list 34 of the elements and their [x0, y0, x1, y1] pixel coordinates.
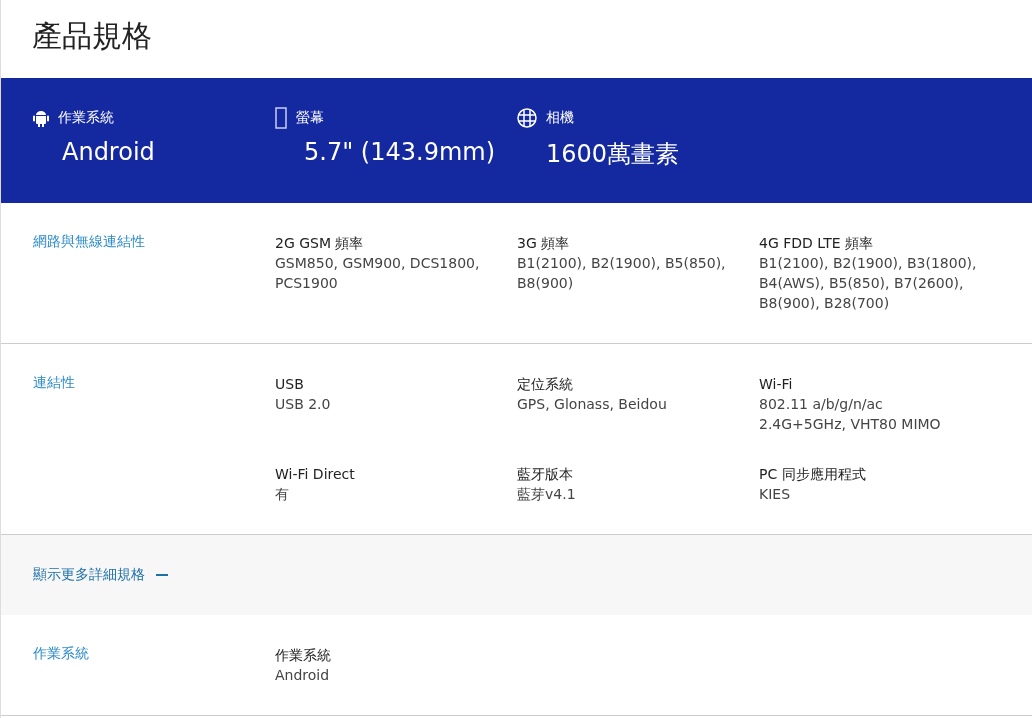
section-heading: 網路與無線連結性 [33, 233, 146, 251]
spec-value: 802.11 a/b/g/n/ac 2.4G+5GHz, VHT80 MIMO [759, 395, 942, 434]
spec-value: B1(2100), B2(1900), B5(850), B8(900) [517, 254, 727, 293]
spec-label: PC 同步應用程式 [759, 465, 867, 484]
spec-label: 作業系統 [275, 646, 332, 665]
globe-icon [517, 108, 537, 128]
highlight-value: 5.7" (143.9mm) [303, 138, 497, 166]
page-title: 產品規格 [31, 17, 153, 55]
spec-label: 3G 頻率 [517, 234, 571, 253]
spec-label: 藍牙版本 [517, 465, 574, 484]
spec-label: Wi-Fi [759, 375, 794, 394]
spec-value: Android [275, 666, 331, 685]
highlight-value: 1600萬畫素 [545, 139, 681, 170]
spec-value: GSM850, GSM900, DCS1800, PCS1900 [275, 254, 481, 293]
highlight-label: 相機 [546, 109, 574, 127]
spec-label: 4G FDD LTE 頻率 [759, 234, 874, 253]
android-icon [33, 109, 49, 127]
phone-icon [275, 107, 287, 129]
highlight-label: 作業系統 [58, 109, 114, 127]
spec-value: USB 2.0 [275, 395, 332, 414]
show-more-specs-toggle[interactable]: 顯示更多詳細規格 [33, 566, 169, 584]
highlight-label: 螢幕 [296, 109, 324, 127]
spec-value: GPS, Glonass, Beidou [517, 395, 668, 414]
spec-label: Wi-Fi Direct [275, 465, 356, 484]
spec-value: 有 [275, 485, 290, 504]
spec-value: 藍芽v4.1 [517, 485, 577, 504]
highlight-value: Android [61, 138, 156, 166]
spec-label: 2G GSM 頻率 [275, 234, 365, 253]
spec-label: 定位系統 [517, 375, 574, 394]
spec-label: USB [275, 375, 305, 394]
section-heading: 作業系統 [33, 645, 90, 663]
spec-value: KIES [759, 485, 792, 504]
spec-value: B1(2100), B2(1900), B3(1800), B4(AWS), B5(850), B7(2600), B8(900), B28(700) [759, 254, 978, 313]
section-heading: 連結性 [33, 374, 76, 392]
